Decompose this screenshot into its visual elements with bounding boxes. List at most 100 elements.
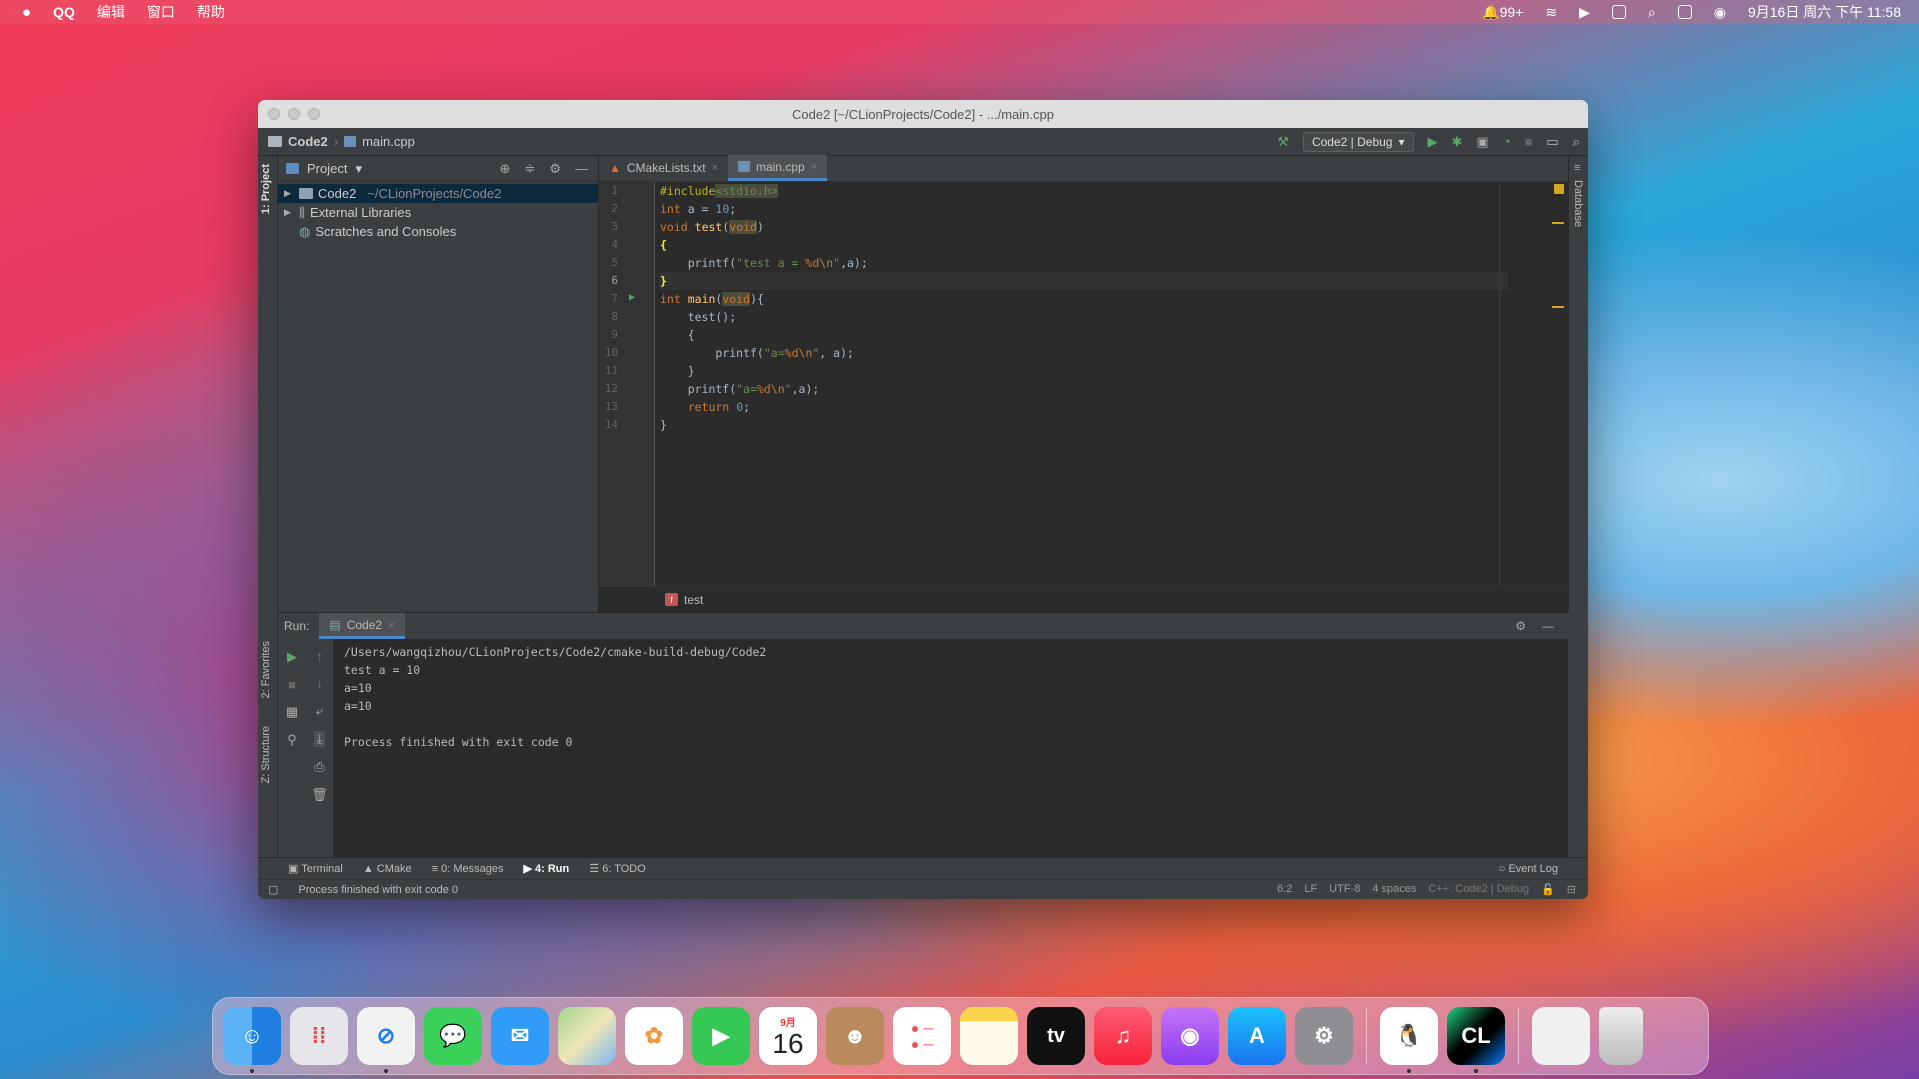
pin-icon[interactable]: ⚲: [287, 732, 297, 748]
mail-icon[interactable]: ✉: [491, 1007, 549, 1065]
control-center-icon[interactable]: [1677, 5, 1692, 19]
trash-icon[interactable]: 🗑: [311, 787, 328, 803]
preview-icon[interactable]: [1532, 1007, 1590, 1065]
contacts-icon[interactable]: ☻: [826, 1007, 884, 1065]
tree-node-scratches[interactable]: ◍ Scratches and Consoles: [278, 222, 598, 241]
breadcrumb-function[interactable]: test: [684, 593, 703, 607]
coverage-icon[interactable]: ▣: [1476, 134, 1488, 150]
tool-event-log[interactable]: ○ Event Log: [1499, 863, 1588, 875]
tab-cmakelists[interactable]: ▲ CMakeLists.txt ×: [599, 155, 728, 181]
music-icon[interactable]: ♫: [1094, 1007, 1152, 1065]
messages-icon[interactable]: 💬: [424, 1007, 482, 1065]
close-tab-icon[interactable]: ×: [388, 618, 395, 632]
safari-icon[interactable]: ⊘: [357, 1007, 415, 1073]
indent-setting[interactable]: 4 spaces: [1372, 883, 1416, 896]
locate-icon[interactable]: ⊕: [500, 161, 511, 177]
calendar-icon[interactable]: 9月 16: [759, 1007, 817, 1065]
print-icon[interactable]: ⎙: [314, 759, 324, 775]
tab-structure-tool[interactable]: Z: Structure: [260, 726, 272, 783]
console-output[interactable]: /Users/wangqizhou/CLionProjects/Code2/cm…: [344, 643, 766, 751]
reminders-icon[interactable]: ● ─ ● ─: [893, 1007, 951, 1065]
siri-icon[interactable]: ◉: [1714, 4, 1726, 21]
play-icon[interactable]: ▶: [1579, 4, 1590, 21]
nav-project[interactable]: Code2: [288, 134, 328, 149]
hide-icon[interactable]: —: [1542, 619, 1554, 633]
tool-terminal[interactable]: ▣ Terminal: [288, 862, 343, 875]
project-view-select[interactable]: Project: [307, 161, 347, 176]
notes-icon[interactable]: [960, 1007, 1018, 1065]
wifi-icon[interactable]: ≋: [1545, 4, 1557, 21]
search-icon[interactable]: ⌕: [1648, 4, 1656, 21]
stop-icon[interactable]: ■: [1525, 134, 1533, 149]
tool-todo[interactable]: ☰ 6: TODO: [589, 862, 646, 875]
appstore-icon[interactable]: A: [1228, 1007, 1286, 1065]
error-stripe[interactable]: [1550, 182, 1564, 586]
expand-arrow-icon[interactable]: ▶: [284, 188, 294, 199]
file-encoding[interactable]: UTF-8: [1329, 883, 1360, 896]
rerun-icon[interactable]: ▶: [287, 649, 297, 665]
close-tab-icon[interactable]: ×: [712, 162, 718, 174]
tree-node-external-libraries[interactable]: ▶ ⫼ External Libraries: [278, 203, 598, 222]
run-icon[interactable]: ▶: [1428, 134, 1438, 150]
expand-arrow-icon[interactable]: ▶: [284, 207, 294, 218]
gear-icon[interactable]: ⚙: [1515, 619, 1526, 633]
photos-icon[interactable]: ✿: [625, 1007, 683, 1065]
finder-icon[interactable]: ☺: [223, 1007, 281, 1073]
tool-cmake[interactable]: ▲ CMake: [363, 863, 412, 875]
gear-icon[interactable]: ⚙: [549, 161, 561, 177]
tab-project-tool[interactable]: 1: Project: [260, 164, 272, 214]
clock[interactable]: 9月16日 周六 下午 11:58: [1748, 2, 1901, 22]
notification-badge[interactable]: 🔔99+: [1482, 4, 1523, 21]
run-tab-code2[interactable]: ▤ Code2 ×: [319, 613, 406, 639]
menu-window[interactable]: 窗口: [147, 2, 175, 22]
down-arrow-icon[interactable]: ↓: [316, 676, 323, 691]
maps-icon[interactable]: [558, 1007, 616, 1065]
tool-run[interactable]: ▶ 4: Run: [524, 862, 570, 875]
clion-icon[interactable]: CL: [1447, 1007, 1505, 1073]
menu-help[interactable]: 帮助: [197, 2, 225, 22]
close-tab-icon[interactable]: ×: [811, 161, 817, 173]
memory-icon[interactable]: ⊟: [1567, 883, 1576, 896]
scroll-to-end-icon[interactable]: ⤓: [313, 731, 326, 747]
collapse-all-icon[interactable]: ≑: [524, 161, 535, 177]
app-menu[interactable]: QQ: [53, 4, 75, 20]
warning-marker[interactable]: [1552, 306, 1564, 308]
search-everywhere-icon[interactable]: ⌕: [1573, 134, 1580, 150]
up-arrow-icon[interactable]: ↑: [316, 649, 323, 664]
tab-favorites-tool[interactable]: 2: Favorites: [260, 641, 272, 698]
profiler-icon[interactable]: ◔: [1503, 134, 1511, 149]
warning-icon[interactable]: [1554, 184, 1564, 194]
resolve-context[interactable]: C++: Code2 | Debug: [1428, 883, 1529, 896]
appletv-icon[interactable]: tv: [1027, 1007, 1085, 1065]
run-config-select[interactable]: Code2 | Debug ▾: [1302, 131, 1414, 152]
lock-icon[interactable]: 🔓: [1541, 883, 1555, 896]
toggle-tool-windows-icon[interactable]: ▢: [268, 883, 278, 896]
tab-main-cpp[interactable]: main.cpp ×: [728, 155, 828, 181]
title-bar[interactable]: Code2 [~/CLionProjects/Code2] - .../main…: [258, 100, 1588, 128]
trash-icon[interactable]: [1599, 1007, 1643, 1065]
facetime-icon[interactable]: ▶: [692, 1007, 750, 1065]
run-gutter-icon[interactable]: ▶: [629, 292, 635, 303]
apple-icon[interactable]: ●: [22, 4, 31, 21]
line-separator[interactable]: LF: [1304, 883, 1317, 896]
menu-edit[interactable]: 编辑: [97, 2, 125, 22]
layout-icon[interactable]: ▭: [1546, 134, 1558, 150]
debug-bug-icon[interactable]: ✱: [1452, 134, 1463, 150]
soft-wrap-icon[interactable]: ⤶: [316, 703, 323, 719]
nav-file[interactable]: main.cpp: [362, 134, 415, 149]
stop-icon[interactable]: ■: [288, 677, 296, 692]
input-method-icon[interactable]: [1611, 5, 1626, 19]
chevron-down-icon[interactable]: ▾: [355, 161, 362, 177]
code-area[interactable]: 1 2 3 4 5 6 7 8 9 10 11 12 13 14 ▶ #incl…: [599, 182, 1568, 586]
tool-messages[interactable]: ≡ 0: Messages: [432, 863, 504, 875]
settings-icon[interactable]: ⚙: [1295, 1007, 1353, 1065]
caret-position[interactable]: 6:2: [1277, 883, 1292, 896]
podcasts-icon[interactable]: ◉: [1161, 1007, 1219, 1065]
tab-database-tool[interactable]: Database: [1572, 180, 1584, 227]
restore-layout-icon[interactable]: ▦: [286, 704, 298, 720]
launchpad-icon[interactable]: ⁞⁞: [290, 1007, 348, 1065]
qq-icon[interactable]: 🐧: [1380, 1007, 1438, 1073]
warning-marker[interactable]: [1552, 222, 1564, 224]
hide-icon[interactable]: —: [575, 161, 588, 177]
tree-node-project[interactable]: ▶ Code2 ~/CLionProjects/Code2: [278, 184, 598, 203]
